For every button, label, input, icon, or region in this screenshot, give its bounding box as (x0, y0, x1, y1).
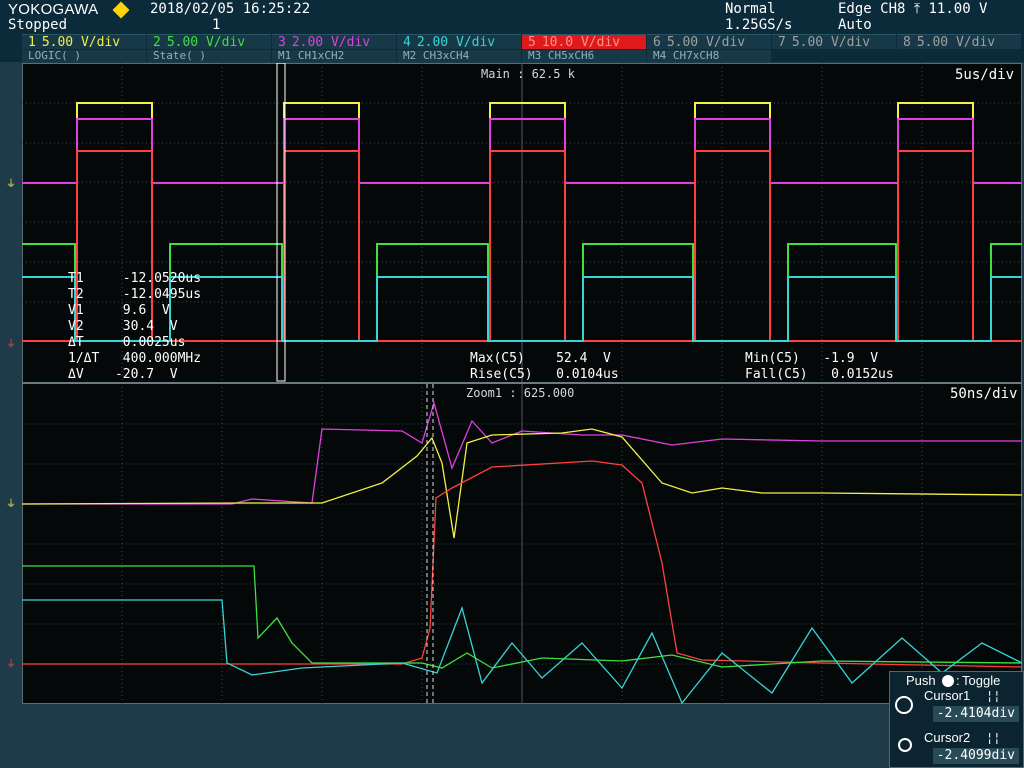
cursor2-value: -2.4099div (933, 748, 1019, 764)
brand-logo: YOKOGAWA (8, 1, 99, 18)
channel-scale: 10.0 V/div (541, 35, 621, 50)
cursor2-knob-icon[interactable] (898, 738, 912, 752)
push-knob-icon (942, 675, 954, 687)
cursor2-label[interactable]: Cursor2 (924, 730, 970, 745)
ch1-ground-marker-main[interactable]: ⏚ (6, 180, 16, 190)
tab-5[interactable]: M4 CH7xCH8 (647, 50, 771, 62)
header-bar: YOKOGAWA Stopped 2018/02/05 16:25:22 1 N… (0, 0, 1024, 62)
tab-3[interactable]: M2 CH3xCH4 (397, 50, 521, 62)
channel-scale: 5.00 V/div (916, 35, 996, 50)
toggle-label: Toggle (962, 673, 1001, 688)
channel-scale: 2.00 V/div (291, 35, 371, 50)
cursor-v2: V2 30.4 V (68, 319, 178, 334)
cursor-t2: T2 -12.0495us (68, 287, 202, 302)
cursor1-knob-icon[interactable] (895, 696, 913, 714)
channel-number: 6 (653, 35, 661, 50)
cursor2-icon: ¦¦ (986, 731, 1001, 745)
channel-scale: 2.00 V/div (416, 35, 496, 50)
measure-min: Min(C5) -1.9 V (745, 351, 879, 366)
brand-diamond-icon (112, 1, 130, 19)
measure-rise: Rise(C5) 0.0104us (470, 367, 619, 382)
tab-1[interactable]: State( ) (147, 50, 271, 62)
channel-scale: 5.00 V/div (41, 35, 121, 50)
channel-number: 2 (153, 35, 161, 50)
cursor-v1: V1 9.6 V (68, 303, 170, 318)
cursor-delta-v: ΔV -20.7 V (68, 367, 178, 382)
measure-fall: Fall(C5) 0.0152us (745, 367, 894, 382)
acquisition-count: 1 (212, 17, 221, 33)
channel-4-chip[interactable]: 4 2.00 V/div (397, 34, 521, 50)
ch5-ground-marker-zoom[interactable]: ⏚ (6, 660, 16, 670)
push-label: Push (906, 673, 936, 688)
datetime: 2018/02/05 16:25:22 (150, 1, 311, 17)
channel-6-chip[interactable]: 6 5.00 V/div (647, 34, 771, 50)
acquisition-status: Stopped (8, 17, 68, 33)
channel-5-chip[interactable]: 5 10.0 V/div (522, 34, 646, 50)
channel-1-chip[interactable]: 1 5.00 V/div (22, 34, 146, 50)
channel-scale: 5.00 V/div (166, 35, 246, 50)
channel-number: 8 (903, 35, 911, 50)
trigger-setting[interactable]: Edge CH8 ⤒ 11.00 V (838, 1, 987, 17)
tab-0[interactable]: LOGIC( ) (22, 50, 146, 62)
channel-number: 7 (778, 35, 786, 50)
measure-max: Max(C5) 52.4 V (470, 351, 611, 366)
channel-8-chip[interactable]: 8 5.00 V/div (897, 34, 1021, 50)
cursor-push-panel[interactable]: Push : Toggle Cursor1 ¦¦ -2.4104div Curs… (889, 671, 1024, 768)
zoom-timebase[interactable]: 50ns/div (950, 386, 1017, 402)
ch5-ground-marker-main[interactable]: ⏚ (6, 340, 16, 350)
channel-7-chip[interactable]: 7 5.00 V/div (772, 34, 896, 50)
tab-2[interactable]: M1 CH1xCH2 (272, 50, 396, 62)
main-window-label: Main : 62.5 k (481, 67, 575, 81)
cursor-t1: T1 -12.0520us (68, 271, 202, 286)
channel-number: 5 (528, 35, 536, 50)
trigger-mode[interactable]: Auto (838, 17, 872, 33)
cursor1-label[interactable]: Cursor1 (924, 688, 970, 703)
window-divider (22, 382, 1022, 384)
cursor1-value: -2.4104div (933, 706, 1019, 722)
cursor-delta-t: ΔT 0.0025us (68, 335, 186, 350)
main-timebase[interactable]: 5us/div (955, 67, 1014, 83)
channel-2-chip[interactable]: 2 5.00 V/div (147, 34, 271, 50)
channel-number: 4 (403, 35, 411, 50)
ch1-ground-marker-zoom[interactable]: ⏚ (6, 500, 16, 510)
channel-number: 1 (28, 35, 36, 50)
acquisition-mode[interactable]: Normal (725, 1, 776, 17)
sample-rate[interactable]: 1.25GS/s (725, 17, 792, 33)
cursor1-icon: ¦¦ (986, 689, 1001, 703)
zoom-window-label: Zoom1 : 625.000 (466, 386, 575, 400)
cursor-inverse-delta-t: 1/ΔT 400.000MHz (68, 351, 202, 366)
channel-scale: 5.00 V/div (666, 35, 746, 50)
channel-scale: 5.00 V/div (791, 35, 871, 50)
channel-number: 3 (278, 35, 286, 50)
channel-3-chip[interactable]: 3 2.00 V/div (272, 34, 396, 50)
tab-4[interactable]: M3 CH5xCH6 (522, 50, 646, 62)
